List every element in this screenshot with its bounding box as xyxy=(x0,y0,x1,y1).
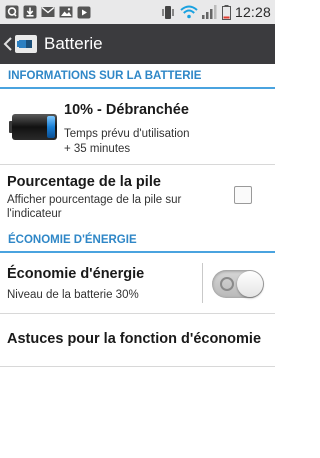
energy-saver-title: Économie d'énergie xyxy=(7,266,145,282)
battery-level-icon xyxy=(9,114,57,145)
battery-estimate-line2: + 35 minutes xyxy=(64,143,131,155)
image-icon xyxy=(58,5,73,19)
toggle-knob xyxy=(237,271,263,297)
energy-saver-subtitle: Niveau de la batterie 30% xyxy=(7,289,139,301)
toggle-off-indicator-icon xyxy=(220,277,234,291)
divider xyxy=(0,366,275,367)
battery-estimate: Temps prévu d'utilisation + 35 minutes xyxy=(64,127,190,157)
youtube-icon xyxy=(76,5,91,19)
section-header-battery-info: INFORMATIONS SUR LA BATTERIE xyxy=(0,65,275,89)
vibrate-icon xyxy=(161,5,176,19)
wifi-icon xyxy=(180,5,198,19)
battery-status-text: 10% - Débranchée xyxy=(64,102,189,118)
chevron-left-icon xyxy=(3,36,13,52)
system-icons: 12:28 xyxy=(161,4,271,20)
notification-icons xyxy=(4,5,91,19)
battery-percentage-subtitle-line1: Afficher pourcentage de la pile sur xyxy=(7,194,182,206)
back-button[interactable]: Batterie xyxy=(3,33,103,55)
battery-percentage-title: Pourcentage de la pile xyxy=(7,174,161,190)
energy-tips-row[interactable]: Astuces pour la fonction d'économie xyxy=(0,314,275,366)
title-bar: Batterie xyxy=(0,24,275,64)
battery-settings-icon xyxy=(14,33,38,55)
battery-percentage-subtitle: Afficher pourcentage de la pile sur l'in… xyxy=(7,193,181,221)
status-bar: 12:28 xyxy=(0,0,275,24)
battery-icon xyxy=(221,4,231,20)
q-app-icon xyxy=(4,5,19,19)
status-clock: 12:28 xyxy=(234,4,271,20)
vertical-separator xyxy=(202,263,203,303)
page-title: Batterie xyxy=(44,34,103,53)
energy-tips-title: Astuces pour la fonction d'économie xyxy=(7,331,262,347)
battery-percentage-subtitle-line2: l'indicateur xyxy=(7,208,62,220)
signal-icon xyxy=(201,5,218,19)
battery-percentage-checkbox[interactable] xyxy=(234,186,252,204)
download-icon xyxy=(22,5,37,19)
energy-saver-toggle[interactable] xyxy=(212,270,264,298)
email-icon xyxy=(40,5,55,19)
section-header-energy-saving: ÉCONOMIE D'ÉNERGIE xyxy=(0,229,275,253)
battery-estimate-line1: Temps prévu d'utilisation xyxy=(64,128,190,140)
